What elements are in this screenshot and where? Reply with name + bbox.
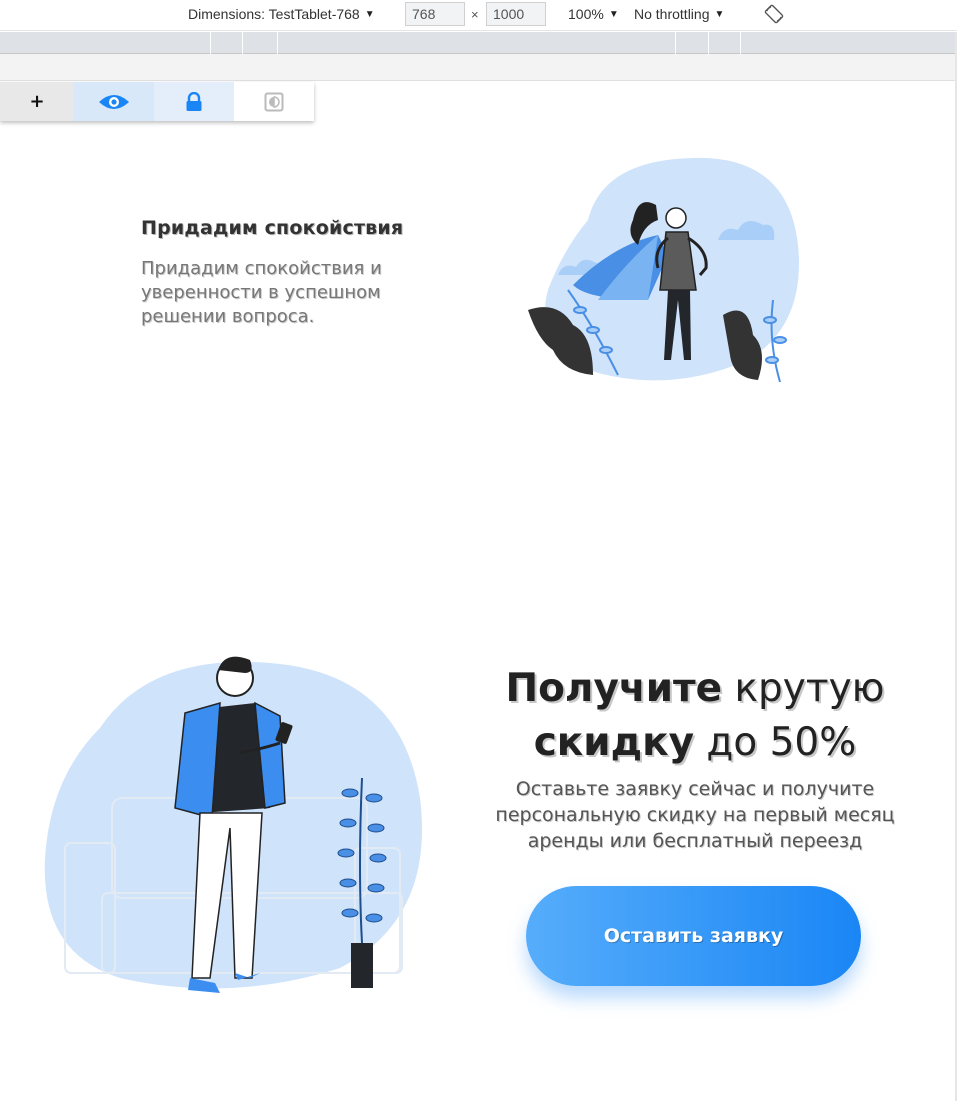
- promo-title-rest-2: до 50%: [694, 720, 857, 765]
- zoom-select[interactable]: 100% ▼: [568, 6, 619, 22]
- device-label: Dimensions: TestTablet-768: [188, 6, 360, 22]
- eye-icon: [99, 94, 129, 109]
- device-select[interactable]: Dimensions: TestTablet-768 ▼: [188, 6, 375, 22]
- plus-icon[interactable]: +: [0, 82, 74, 121]
- height-input[interactable]: [486, 2, 546, 26]
- eye-button[interactable]: [74, 82, 154, 121]
- zoom-label: 100%: [568, 6, 604, 22]
- lock-icon: [186, 91, 202, 111]
- promo-block: Получите крутую скидку до 50% Оставьте з…: [470, 662, 920, 854]
- promo-title: Получите крутую скидку до 50%: [470, 662, 920, 770]
- media-query-bar[interactable]: [0, 32, 957, 54]
- throttle-label: No throttling: [634, 6, 710, 22]
- lock-button[interactable]: [154, 82, 234, 121]
- feature-title: Придадим спокойствия: [141, 217, 404, 239]
- contrast-button[interactable]: [234, 82, 314, 121]
- superhero-woman-illustration: [528, 157, 799, 383]
- ruler-divider: [210, 32, 211, 54]
- ruler-divider: [242, 32, 243, 54]
- feature-block: Придадим спокойствия Придадим спокойстви…: [141, 217, 461, 329]
- submit-request-button[interactable]: Оставить заявку: [526, 886, 861, 986]
- promo-title-bold-2: скидку: [533, 720, 694, 765]
- width-input[interactable]: [405, 2, 465, 26]
- chevron-down-icon: ▼: [714, 8, 725, 20]
- chevron-down-icon: ▼: [364, 8, 375, 20]
- ruler-divider: [708, 32, 709, 54]
- devtools-device-toolbar: Dimensions: TestTablet-768 ▼ × 100% ▼ No…: [0, 0, 957, 31]
- rotate-icon[interactable]: [764, 4, 784, 24]
- feature-text: Придадим спокойствия и уверенности в усп…: [141, 258, 382, 327]
- promo-title-bold-1: Получите: [505, 666, 723, 711]
- ruler-divider: [675, 32, 676, 54]
- times-sign: ×: [471, 7, 479, 22]
- man-with-phone-illustration: [44, 656, 423, 993]
- chevron-down-icon: ▼: [608, 8, 619, 20]
- contrast-icon: [264, 92, 284, 111]
- ruler-divider: [740, 32, 741, 54]
- ruler-divider: [277, 32, 278, 54]
- throttle-select[interactable]: No throttling ▼: [634, 6, 724, 22]
- promo-title-rest-1: крутую: [722, 666, 885, 711]
- accessibility-toolbar: +: [0, 82, 314, 121]
- promo-text: Оставьте заявку сейчас и получите персон…: [495, 778, 895, 852]
- ruler-spacer: [0, 54, 957, 81]
